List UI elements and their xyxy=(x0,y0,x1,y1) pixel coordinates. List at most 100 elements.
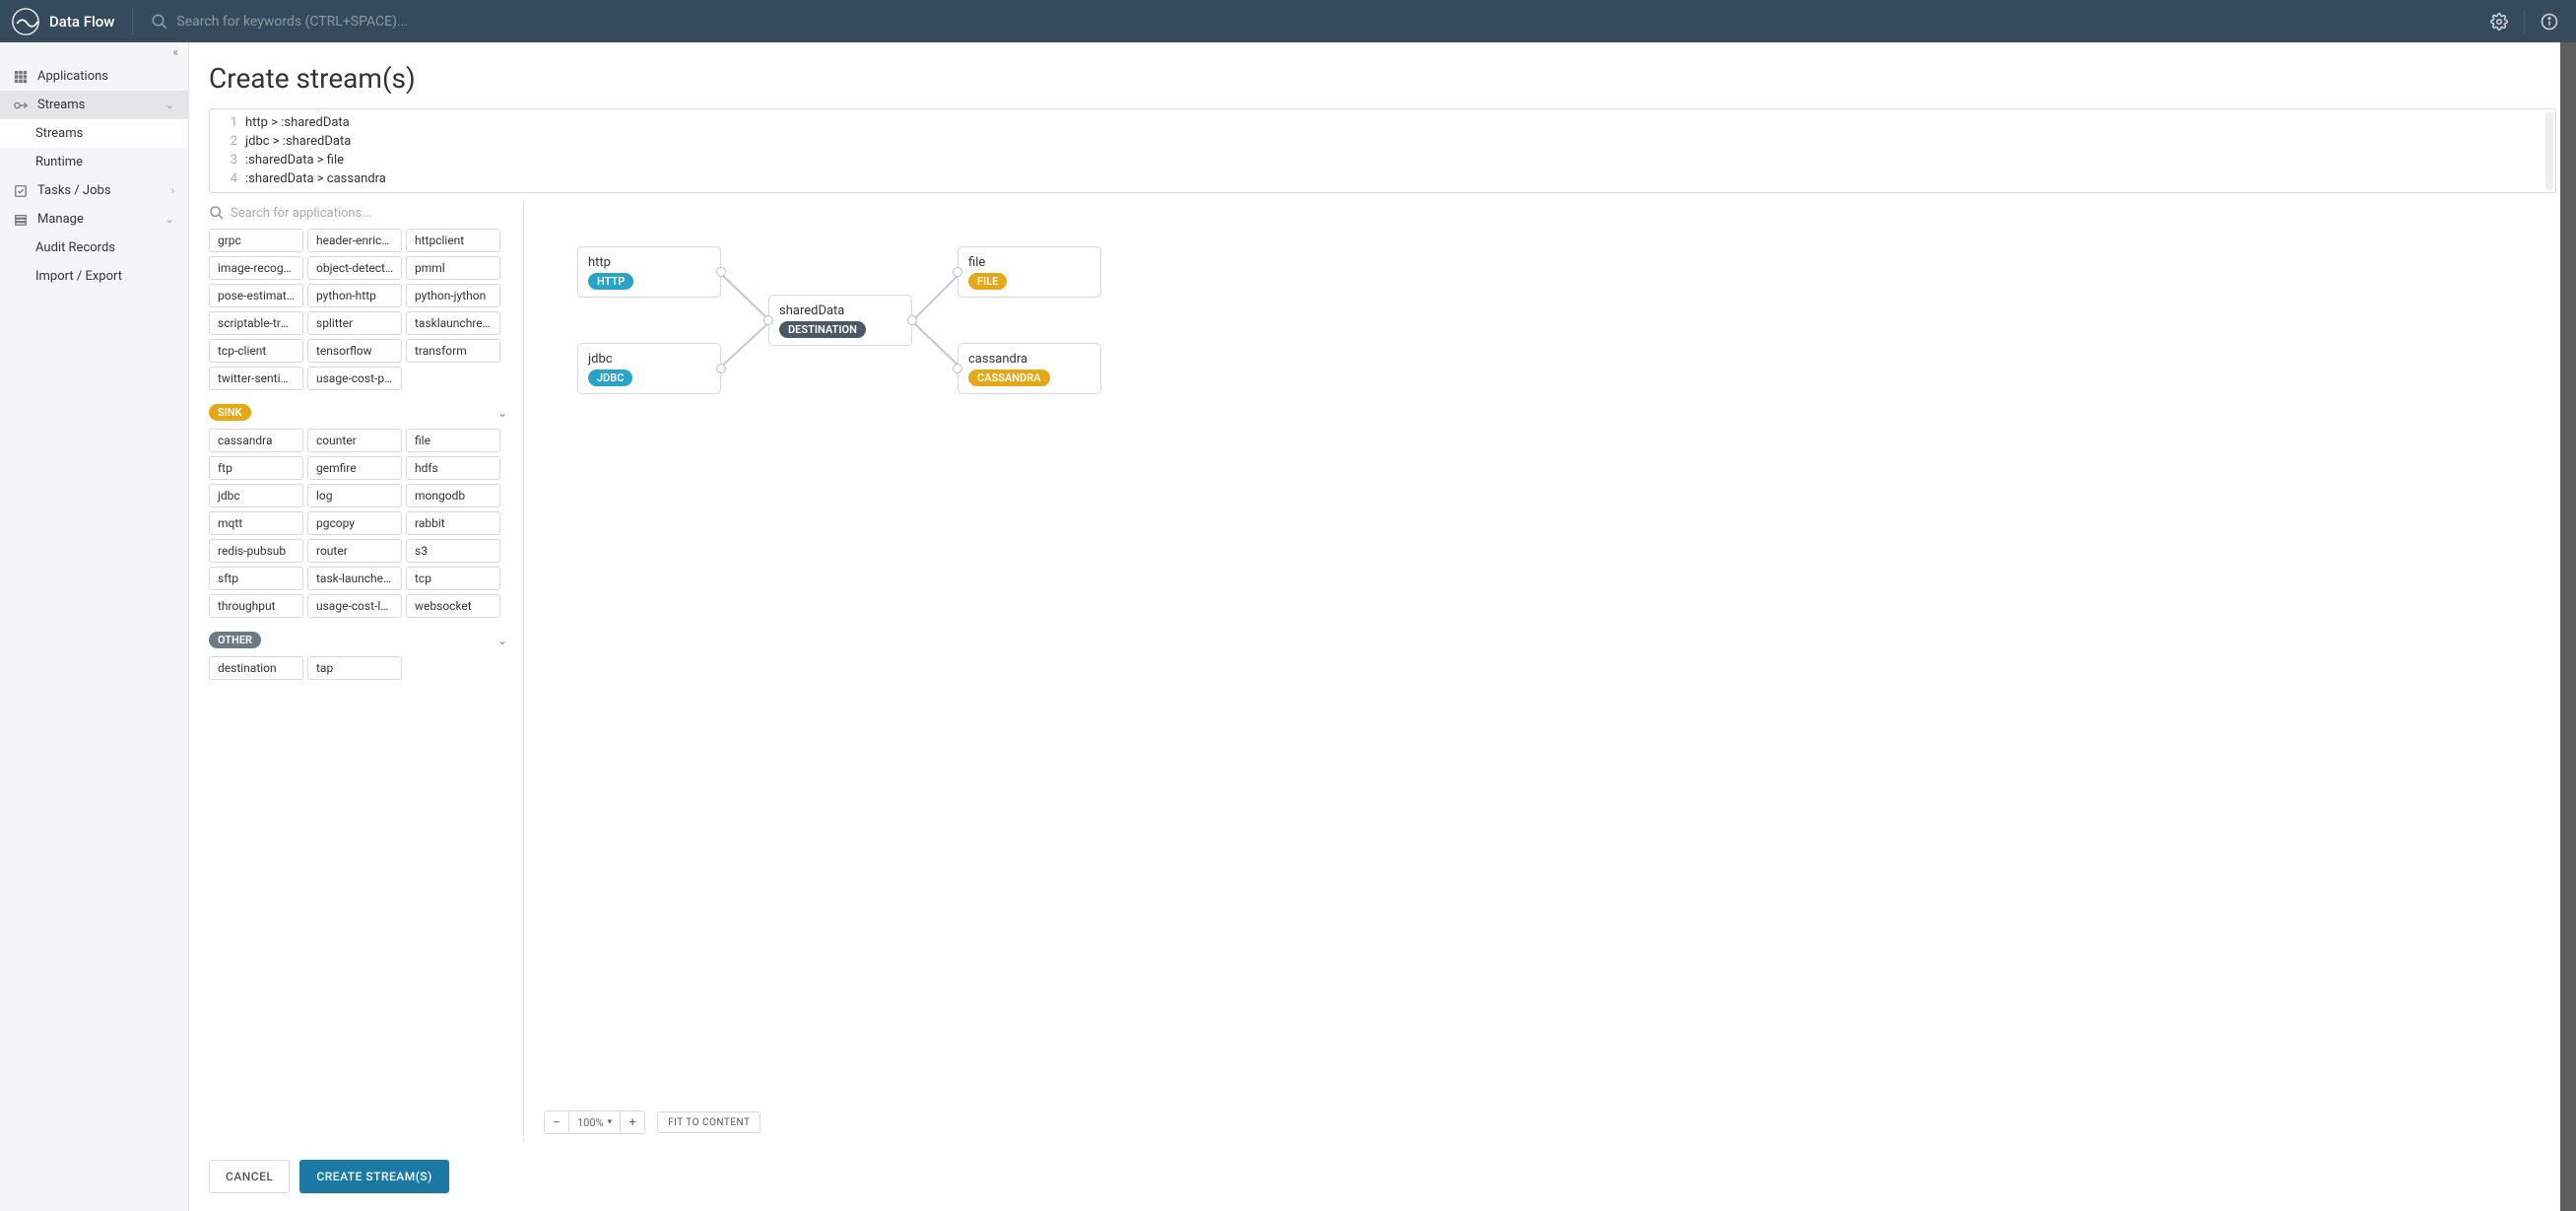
palette-chip-processor[interactable]: python-jython xyxy=(406,284,500,307)
palette-chip-sink[interactable]: counter xyxy=(307,429,402,452)
dsl-line[interactable]: :sharedData > cassandra xyxy=(245,169,2555,188)
nav-streams-label: Streams xyxy=(37,98,85,112)
palette-chip-sink[interactable]: websocket xyxy=(406,594,500,618)
palette-chip-sink[interactable]: usage-cost-logg… xyxy=(307,594,402,618)
dsl-line[interactable]: :sharedData > file xyxy=(245,151,2555,169)
dsl-editor[interactable]: 1http > :sharedData2jdbc > :sharedData3:… xyxy=(209,108,2556,193)
section-sink[interactable]: SINK ⌄ xyxy=(209,404,507,421)
node-shared-data[interactable]: sharedData DESTINATION xyxy=(768,295,912,346)
palette-chip-sink[interactable]: gemfire xyxy=(307,456,402,480)
palette-chip-processor[interactable]: httpclient xyxy=(406,229,500,252)
grid-icon xyxy=(14,70,28,84)
window-scrollbar[interactable] xyxy=(2560,42,2576,1211)
palette-chip-sink[interactable]: redis-pubsub xyxy=(209,539,303,563)
palette-chip-sink[interactable]: throughput xyxy=(209,594,303,618)
global-search[interactable] xyxy=(151,13,2484,31)
palette-chip-sink[interactable]: task-launcher-d… xyxy=(307,567,402,590)
app-search-input[interactable] xyxy=(231,206,511,221)
palette-chip-processor[interactable]: tasklaunchreque… xyxy=(406,311,500,335)
palette-chip-other[interactable]: destination xyxy=(209,656,303,680)
palette-chip-sink[interactable]: rabbit xyxy=(406,511,500,535)
port-out[interactable] xyxy=(716,267,726,277)
zoom-in-button[interactable]: + xyxy=(621,1111,644,1133)
node-title: file xyxy=(968,255,1090,270)
main-content: Create stream(s) 1http > :sharedData2jdb… xyxy=(189,42,2576,1211)
palette-chip-processor[interactable]: header-enricher xyxy=(307,229,402,252)
palette-chip-sink[interactable]: cassandra xyxy=(209,429,303,452)
port-in[interactable] xyxy=(953,267,962,277)
zoom-out-button[interactable]: − xyxy=(545,1111,568,1133)
nav-streams-sub[interactable]: Streams xyxy=(0,119,188,148)
nav-runtime-sub[interactable]: Runtime xyxy=(0,148,188,176)
fit-to-content-button[interactable]: FIT TO CONTENT xyxy=(657,1111,760,1133)
palette-chip-processor[interactable]: usage-cost-proc… xyxy=(307,367,402,390)
node-title: jdbc xyxy=(588,352,710,367)
info-button[interactable] xyxy=(2535,7,2564,36)
badge-http: HTTP xyxy=(588,273,633,290)
port-out[interactable] xyxy=(907,315,917,325)
palette-chip-sink[interactable]: mqtt xyxy=(209,511,303,535)
cancel-button[interactable]: CANCEL xyxy=(209,1160,290,1193)
dsl-line[interactable]: jdbc > :sharedData xyxy=(245,132,2555,151)
sidebar-collapse-button[interactable]: « xyxy=(0,42,188,62)
node-cassandra[interactable]: cassandra CASSANDRA xyxy=(958,343,1101,394)
nav-applications[interactable]: Applications xyxy=(0,62,188,91)
palette-chip-processor[interactable]: splitter xyxy=(307,311,402,335)
palette-chip-processor[interactable]: python-http xyxy=(307,284,402,307)
app-logo: Data Flow xyxy=(12,8,114,35)
stream-canvas[interactable]: http HTTP jdbc JDBC sharedData DESTINATI… xyxy=(536,203,2556,1142)
search-icon xyxy=(151,13,168,31)
palette-chip-processor[interactable]: tensorflow xyxy=(307,339,402,363)
palette-chip-processor[interactable]: grpc xyxy=(209,229,303,252)
palette-chip-processor[interactable]: twitter-sentiment xyxy=(209,367,303,390)
nav-tasks-label: Tasks / Jobs xyxy=(37,183,111,198)
app-name: Data Flow xyxy=(49,13,114,31)
zoom-value[interactable]: 100%▾ xyxy=(568,1111,621,1133)
nav-tasks[interactable]: Tasks / Jobs › xyxy=(0,176,188,205)
sidebar: « Applications Streams ⌄ Streams Runtime… xyxy=(0,42,189,1211)
palette-chip-processor[interactable]: transform xyxy=(406,339,500,363)
palette-chip-sink[interactable]: sftp xyxy=(209,567,303,590)
page-title: Create stream(s) xyxy=(189,42,2576,108)
create-stream-button[interactable]: CREATE STREAM(S) xyxy=(299,1160,448,1193)
palette-chip-processor[interactable]: tcp-client xyxy=(209,339,303,363)
canvas-toolbar: − 100%▾ + FIT TO CONTENT xyxy=(544,1110,760,1134)
nav-streams[interactable]: Streams ⌄ xyxy=(0,91,188,119)
dsl-line[interactable]: http > :sharedData xyxy=(245,113,2555,132)
palette-chip-processor[interactable]: image-recogniti… xyxy=(209,256,303,280)
node-file[interactable]: file FILE xyxy=(958,246,1101,298)
palette-chip-sink[interactable]: s3 xyxy=(406,539,500,563)
palette-chip-processor[interactable]: object-detection xyxy=(307,256,402,280)
port-in[interactable] xyxy=(953,364,962,373)
palette-chip-sink[interactable]: log xyxy=(307,484,402,507)
nav-applications-label: Applications xyxy=(37,69,108,84)
node-http[interactable]: http HTTP xyxy=(577,246,721,298)
palette-chip-sink[interactable]: jdbc xyxy=(209,484,303,507)
sink-badge: SINK xyxy=(209,404,251,421)
palette-chip-sink[interactable]: ftp xyxy=(209,456,303,480)
port-out[interactable] xyxy=(716,364,726,373)
top-bar: Data Flow xyxy=(0,0,2576,42)
palette-chip-processor[interactable]: pmml xyxy=(406,256,500,280)
nav-manage[interactable]: Manage ⌄ xyxy=(0,205,188,234)
palette-chip-sink[interactable]: file xyxy=(406,429,500,452)
palette-chip-processor[interactable]: pose-estimation xyxy=(209,284,303,307)
palette-chip-other[interactable]: tap xyxy=(307,656,402,680)
search-icon xyxy=(209,205,225,221)
port-in[interactable] xyxy=(763,315,773,325)
node-jdbc[interactable]: jdbc JDBC xyxy=(577,343,721,394)
palette-chip-sink[interactable]: pgcopy xyxy=(307,511,402,535)
section-other[interactable]: OTHER ⌄ xyxy=(209,632,507,648)
nav-import-export[interactable]: Import / Export xyxy=(0,262,188,291)
nav-audit[interactable]: Audit Records xyxy=(0,234,188,262)
topbar-divider xyxy=(132,8,133,35)
palette-chip-processor[interactable]: scriptable-transf… xyxy=(209,311,303,335)
palette-chip-sink[interactable]: tcp xyxy=(406,567,500,590)
palette-chip-sink[interactable]: hdfs xyxy=(406,456,500,480)
dsl-scrollbar[interactable] xyxy=(2545,111,2553,190)
settings-button[interactable] xyxy=(2484,7,2514,36)
global-search-input[interactable] xyxy=(176,14,2484,30)
app-search[interactable] xyxy=(209,203,511,229)
palette-chip-sink[interactable]: mongodb xyxy=(406,484,500,507)
palette-chip-sink[interactable]: router xyxy=(307,539,402,563)
